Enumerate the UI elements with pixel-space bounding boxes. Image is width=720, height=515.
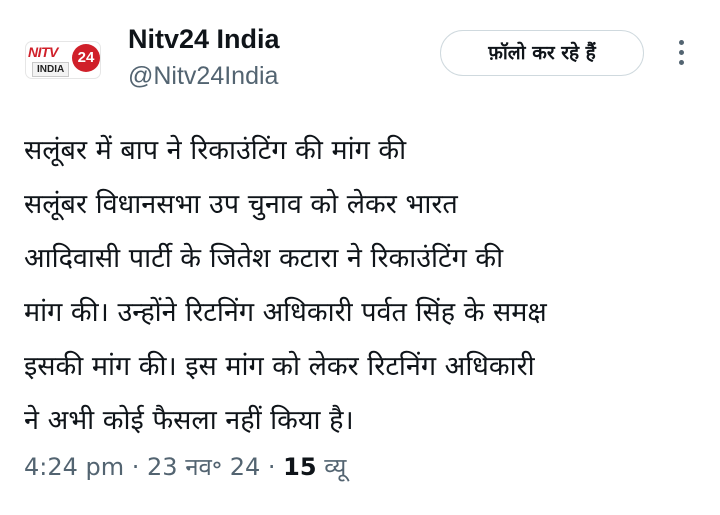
tweet-line: सलूंबर में बाप ने रिकाउंटिंग की मांग की	[24, 135, 407, 166]
tweet-time[interactable]: 4:24 pm	[24, 453, 124, 481]
tweet-line: ने अभी कोई फैसला नहीं किया है।	[24, 405, 354, 436]
account-name[interactable]: Nitv24 India	[128, 24, 280, 55]
more-options-icon[interactable]	[672, 40, 690, 68]
meta-separator: ·	[124, 453, 148, 481]
tweet-meta: 4:24 pm · 23 नव॰ 24 · 15 व्यू	[24, 450, 346, 483]
nitv24-logo: NITV 24 INDIA	[26, 42, 100, 78]
logo-number-badge: 24	[72, 44, 100, 72]
following-button[interactable]: फ़ॉलो कर रहे हैं	[440, 30, 644, 76]
account-handle[interactable]: @Nitv24India	[128, 62, 278, 91]
tweet-line: सलूंबर विधानसभा उप चुनाव को लेकर भारत	[24, 189, 458, 220]
tweet-card: NITV 24 INDIA Nitv24 India @Nitv24India …	[0, 0, 720, 515]
meta-separator: ·	[260, 453, 284, 481]
tweet-text: सलूंबर में बाप ने रिकाउंटिंग की मांग की …	[24, 124, 700, 448]
logo-subtext: INDIA	[32, 62, 70, 77]
tweet-date[interactable]: 23 नव॰ 24	[147, 453, 260, 481]
logo-text: NITV	[28, 44, 58, 60]
views-count[interactable]: 15	[283, 453, 316, 481]
tweet-line: आदिवासी पार्टी के जितेश कटारा ने रिकाउंट…	[24, 243, 504, 274]
views-label: व्यू	[316, 453, 347, 481]
tweet-line: इसकी मांग की। इस मांग को लेकर रिटनिंग अध…	[24, 351, 535, 382]
avatar[interactable]: NITV 24 INDIA	[18, 28, 110, 90]
tweet-line: मांग की। उन्होंने रिटनिंग अधिकारी पर्वत …	[24, 297, 547, 328]
